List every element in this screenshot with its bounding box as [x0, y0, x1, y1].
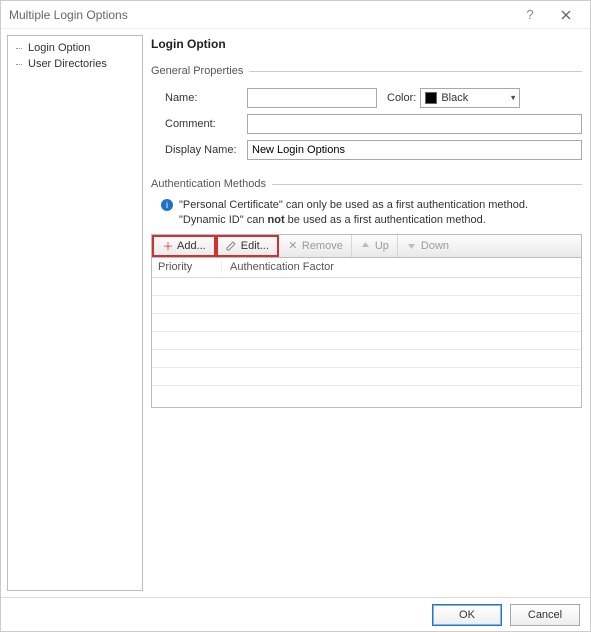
auth-note-line2-bold: not: [268, 214, 285, 226]
up-button-label: Up: [375, 240, 389, 252]
section-auth: Authentication Methods: [151, 178, 582, 190]
plus-icon: ＋: [162, 240, 174, 252]
nav-tree: Login Option User Directories: [7, 35, 143, 591]
table-row[interactable]: [152, 278, 581, 296]
add-button-label: Add...: [177, 240, 206, 252]
titlebar: Multiple Login Options ?: [1, 1, 590, 29]
close-icon: [561, 10, 571, 20]
table-row[interactable]: [152, 350, 581, 368]
dialog-window: Multiple Login Options ? Login Option Us…: [0, 0, 591, 632]
color-swatch-icon: [425, 92, 437, 104]
section-auth-label: Authentication Methods: [151, 178, 266, 190]
section-general: General Properties: [151, 65, 582, 77]
display-name-label: Display Name:: [151, 144, 247, 156]
auth-note-text: "Personal Certificate" can only be used …: [179, 198, 528, 228]
pencil-icon: [226, 240, 238, 252]
arrow-up-icon: [360, 240, 372, 252]
chevron-down-icon: ▾: [511, 93, 516, 104]
info-icon: i: [161, 199, 173, 211]
col-factor[interactable]: Authentication Factor: [222, 261, 581, 273]
col-priority[interactable]: Priority: [152, 261, 222, 273]
main-panel: Login Option General Properties Name: Co…: [149, 35, 584, 591]
table-row[interactable]: [152, 314, 581, 332]
divider: [272, 184, 582, 185]
add-button[interactable]: ＋ Add...: [152, 235, 216, 257]
remove-button[interactable]: ✕ Remove: [279, 235, 352, 257]
auth-note-line2-pre: "Dynamic ID" can: [179, 214, 268, 226]
name-label: Name:: [151, 92, 247, 104]
table-body: [152, 278, 581, 404]
divider: [249, 71, 582, 72]
table-row[interactable]: [152, 296, 581, 314]
row-name: Name: Color: Black ▾: [151, 88, 582, 108]
dialog-footer: OK Cancel: [1, 597, 590, 631]
section-general-label: General Properties: [151, 65, 243, 77]
page-heading: Login Option: [151, 37, 582, 51]
arrow-down-icon: [406, 240, 418, 252]
table-header: Priority Authentication Factor: [152, 258, 581, 278]
down-button-label: Down: [421, 240, 449, 252]
edit-button[interactable]: Edit...: [216, 235, 279, 257]
spacer: [151, 408, 582, 591]
dialog-body: Login Option User Directories Login Opti…: [1, 29, 590, 597]
remove-button-label: Remove: [302, 240, 343, 252]
down-button[interactable]: Down: [398, 235, 457, 257]
table-row[interactable]: [152, 332, 581, 350]
close-button[interactable]: [548, 2, 584, 28]
comment-label: Comment:: [151, 118, 247, 130]
table-row[interactable]: [152, 386, 581, 404]
auth-table: Priority Authentication Factor: [151, 258, 582, 408]
name-input[interactable]: [247, 88, 377, 108]
auth-note-line2: "Dynamic ID" can not be used as a first …: [179, 213, 528, 228]
row-comment: Comment:: [151, 114, 582, 134]
auth-note: i "Personal Certificate" can only be use…: [151, 198, 582, 228]
comment-input[interactable]: [247, 114, 582, 134]
auth-note-line1: "Personal Certificate" can only be used …: [179, 198, 528, 213]
color-label: Color:: [387, 92, 416, 104]
window-title: Multiple Login Options: [9, 8, 512, 22]
cancel-button[interactable]: Cancel: [510, 604, 580, 626]
help-button[interactable]: ?: [512, 2, 548, 28]
x-icon: ✕: [287, 240, 299, 252]
display-name-input[interactable]: [247, 140, 582, 160]
row-display-name: Display Name:: [151, 140, 582, 160]
table-row[interactable]: [152, 368, 581, 386]
tree-item-login-option[interactable]: Login Option: [10, 40, 140, 56]
tree-item-user-directories[interactable]: User Directories: [10, 56, 140, 72]
auth-toolbar: ＋ Add... Edit... ✕ Remove: [151, 234, 582, 258]
color-value: Black: [441, 92, 468, 104]
color-dropdown[interactable]: Black ▾: [420, 88, 520, 108]
ok-button[interactable]: OK: [432, 604, 502, 626]
auth-note-line2-post: be used as a first authentication method…: [285, 214, 486, 226]
up-button[interactable]: Up: [352, 235, 398, 257]
edit-button-label: Edit...: [241, 240, 269, 252]
